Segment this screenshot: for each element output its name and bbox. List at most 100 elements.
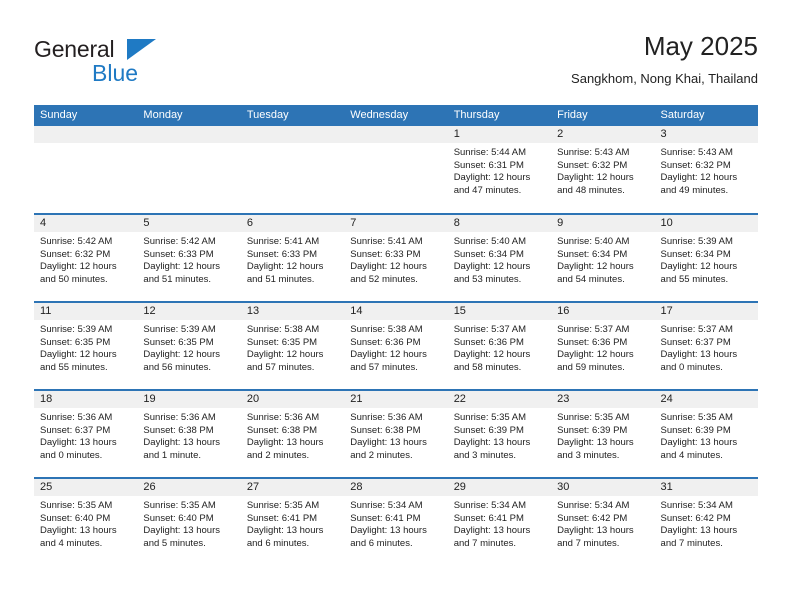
day-number: 29 [447,479,552,496]
day-info-line: Daylight: 12 hours [660,172,738,184]
day-info-line: Sunset: 6:41 PM [453,512,524,524]
page-subtitle: Sangkhom, Nong Khai, Thailand [571,71,758,86]
day-sun-info: Sunrise: 5:34 AM Sunset: 6:42 PM Daylight:… [655,496,758,550]
day-cell[interactable]: 11 Sunrise: 5:39 AM Sunset: 6:35 PM Dayligh… [34,301,138,390]
day-info-line: Sunset: 6:35 PM [246,336,318,348]
day-info-line: Daylight: 12 hours [453,349,531,361]
day-cell[interactable]: 15 Sunrise: 5:37 AM Sunset: 6:36 PM Dayligh… [447,301,552,390]
day-info-line: Sunset: 6:34 PM [660,248,731,260]
day-info-line: Sunrise: 5:39 AM [143,324,216,335]
day-info-line: Sunrise: 5:39 AM [660,236,733,247]
day-cell[interactable]: 16 Sunrise: 5:37 AM Sunset: 6:36 PM Dayligh… [551,301,655,390]
day-info-line: Sunrise: 5:36 AM [40,412,113,423]
day-cell[interactable]: 19 Sunrise: 5:36 AM Sunset: 6:38 PM Dayligh… [137,389,241,478]
day-sun-info: Sunrise: 5:41 AM Sunset: 6:33 PM Daylight:… [241,232,344,286]
day-info-line: Daylight: 12 hours [557,172,634,184]
day-number: 4 [34,215,138,232]
day-cell[interactable]: 17 Sunrise: 5:37 AM Sunset: 6:37 PM Dayligh… [654,301,758,390]
day-number: 6 [240,215,345,232]
day-info-line: and 4 minutes. [40,537,103,549]
day-sun-info: Sunrise: 5:38 AM Sunset: 6:36 PM Daylight:… [344,320,447,374]
week-row: 25 Sunrise: 5:35 AM Sunset: 6:40 PM Dayligh… [34,477,758,566]
day-cell[interactable]: 28 Sunrise: 5:34 AM Sunset: 6:41 PM Dayligh… [344,477,448,566]
day-number: 27 [240,479,345,496]
day-sun-info: Sunrise: 5:35 AM Sunset: 6:39 PM Daylight:… [551,408,654,462]
day-cell[interactable]: 1 Sunrise: 5:44 AM Sunset: 6:31 PM Daylight… [447,126,552,214]
day-number: 10 [654,215,758,232]
week-row: 11 Sunrise: 5:39 AM Sunset: 6:35 PM Dayligh… [34,301,758,390]
day-cell[interactable]: 24 Sunrise: 5:35 AM Sunset: 6:39 PM Dayligh… [654,389,758,478]
day-info-line: Sunset: 6:35 PM [40,336,111,348]
day-info-line: Daylight: 12 hours [40,261,117,273]
calendar-body: 1 Sunrise: 5:44 AM Sunset: 6:31 PM Daylight… [34,126,758,566]
day-info-line: and 3 minutes. [557,449,620,461]
day-sun-info: Sunrise: 5:43 AM Sunset: 6:32 PM Daylight:… [551,143,654,197]
day-cell[interactable]: 12 Sunrise: 5:39 AM Sunset: 6:35 PM Dayligh… [137,301,241,390]
day-number: 15 [447,303,552,320]
day-sun-info: Sunrise: 5:35 AM Sunset: 6:41 PM Daylight:… [241,496,344,550]
day-cell[interactable]: 29 Sunrise: 5:34 AM Sunset: 6:41 PM Dayligh… [447,477,552,566]
day-cell[interactable]: 22 Sunrise: 5:35 AM Sunset: 6:39 PM Dayligh… [447,389,552,478]
day-info-line: Sunrise: 5:35 AM [557,412,630,423]
day-number: 1 [447,126,552,143]
day-cell[interactable]: 2 Sunrise: 5:43 AM Sunset: 6:32 PM Daylight… [551,126,655,214]
day-cell[interactable]: 9 Sunrise: 5:40 AM Sunset: 6:34 PM Daylight… [551,213,655,302]
day-info-line: and 55 minutes. [40,361,108,373]
day-info-line: Daylight: 13 hours [557,525,634,537]
day-info-line: Sunrise: 5:35 AM [453,412,527,423]
day-cell[interactable]: 14 Sunrise: 5:38 AM Sunset: 6:36 PM Dayligh… [344,301,448,390]
day-cell[interactable]: 3 Sunrise: 5:43 AM Sunset: 6:32 PM Daylight… [654,126,758,214]
day-info-line: and 4 minutes. [660,449,723,461]
day-info-line: Sunrise: 5:36 AM [350,412,423,423]
day-sun-info: Sunrise: 5:37 AM Sunset: 6:36 PM Daylight:… [551,320,654,374]
day-info-line: Sunrise: 5:35 AM [246,500,320,511]
day-cell[interactable]: 21 Sunrise: 5:36 AM Sunset: 6:38 PM Dayligh… [344,389,448,478]
day-cell[interactable]: 4 Sunrise: 5:42 AM Sunset: 6:32 PM Daylight… [34,213,138,302]
day-cell[interactable]: 26 Sunrise: 5:35 AM Sunset: 6:40 PM Dayligh… [137,477,241,566]
day-info-line: Sunset: 6:36 PM [557,336,628,348]
day-cell[interactable]: 8 Sunrise: 5:40 AM Sunset: 6:34 PM Daylight… [447,213,552,302]
day-number: 26 [137,479,241,496]
day-sun-info: Sunrise: 5:39 AM Sunset: 6:34 PM Daylight:… [655,232,758,286]
day-info-line: Daylight: 13 hours [660,437,738,449]
day-sun-info: Sunrise: 5:37 AM Sunset: 6:36 PM Daylight:… [448,320,551,374]
day-info-line: Sunset: 6:42 PM [557,512,628,524]
day-info-line: Daylight: 13 hours [660,525,738,537]
day-info-line: Daylight: 13 hours [453,525,531,537]
weekday-header-tuesday: Tuesday [240,105,345,126]
day-cell[interactable]: 25 Sunrise: 5:35 AM Sunset: 6:40 PM Dayligh… [34,477,138,566]
day-number [240,126,345,143]
day-number: 21 [344,391,448,408]
day-cell[interactable]: 31 Sunrise: 5:34 AM Sunset: 6:42 PM Dayligh… [654,477,758,566]
day-cell[interactable]: 27 Sunrise: 5:35 AM Sunset: 6:41 PM Dayligh… [240,477,345,566]
day-info-line: Sunset: 6:37 PM [660,336,731,348]
day-info-line: and 57 minutes. [246,361,315,373]
day-info-line: Sunset: 6:34 PM [453,248,524,260]
day-info-line: Sunrise: 5:39 AM [40,324,113,335]
weekday-header-thursday: Thursday [447,105,552,126]
day-info-line: Sunrise: 5:35 AM [660,412,733,423]
day-cell[interactable]: 30 Sunrise: 5:34 AM Sunset: 6:42 PM Dayligh… [551,477,655,566]
day-cell[interactable]: 18 Sunrise: 5:36 AM Sunset: 6:37 PM Dayligh… [34,389,138,478]
day-cell[interactable]: 13 Sunrise: 5:38 AM Sunset: 6:35 PM Dayligh… [240,301,345,390]
day-cell[interactable]: 7 Sunrise: 5:41 AM Sunset: 6:33 PM Daylight… [344,213,448,302]
day-info-line: and 6 minutes. [246,537,310,549]
day-info-line: Sunset: 6:33 PM [143,248,214,260]
day-cell[interactable]: 5 Sunrise: 5:42 AM Sunset: 6:33 PM Daylight… [137,213,241,302]
day-info-line: Daylight: 12 hours [557,261,634,273]
day-number [137,126,241,143]
day-info-line: and 59 minutes. [557,361,625,373]
day-cell[interactable]: 10 Sunrise: 5:39 AM Sunset: 6:34 PM Dayligh… [654,213,758,302]
day-info-line: Sunrise: 5:34 AM [453,500,527,511]
day-info-line: and 1 minute. [143,449,201,461]
day-info-line: Sunrise: 5:40 AM [557,236,630,247]
day-info-line: Daylight: 13 hours [453,437,531,449]
day-info-line: and 47 minutes. [453,184,522,196]
day-cell[interactable]: 6 Sunrise: 5:41 AM Sunset: 6:33 PM Daylight… [240,213,345,302]
day-cell[interactable]: 23 Sunrise: 5:35 AM Sunset: 6:39 PM Dayligh… [551,389,655,478]
weekday-header-sunday: Sunday [34,105,138,126]
day-info-line: Sunrise: 5:35 AM [40,500,113,511]
day-cell[interactable]: 20 Sunrise: 5:36 AM Sunset: 6:38 PM Dayligh… [240,389,345,478]
day-info-line: and 7 minutes. [557,537,620,549]
day-number: 16 [551,303,655,320]
